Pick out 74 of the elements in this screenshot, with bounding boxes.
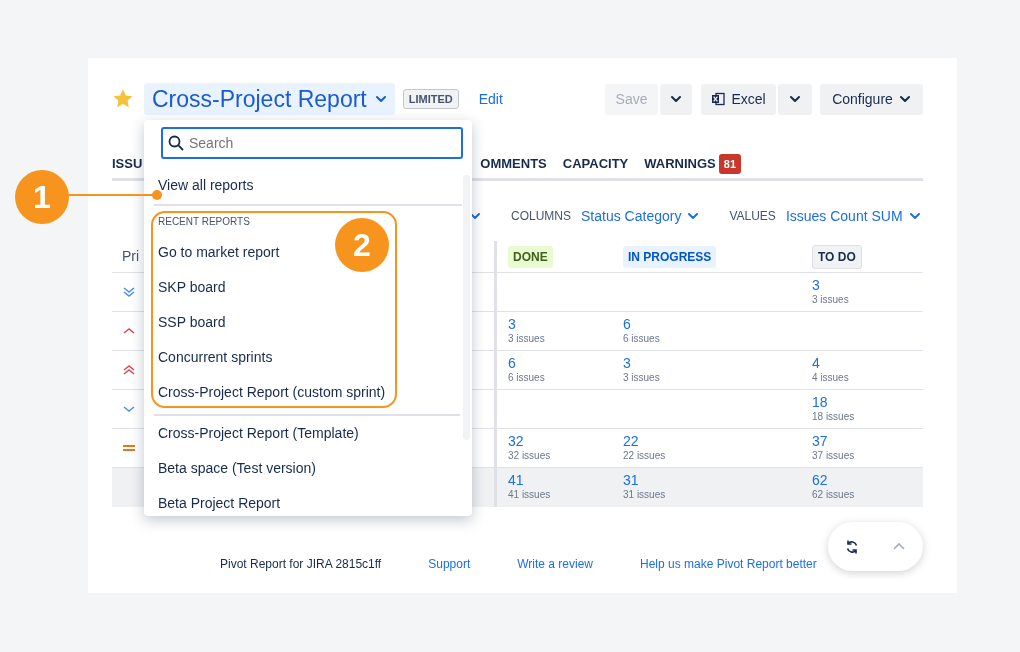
chevron-down-icon bbox=[374, 93, 387, 105]
count-link[interactable]: 37 bbox=[812, 433, 912, 450]
version-text: Pivot Report for JIRA 2815c1ff bbox=[220, 556, 382, 573]
chevron-down-icon bbox=[908, 210, 921, 222]
count-link[interactable]: 32 bbox=[508, 433, 601, 450]
footer-link[interactable]: Write a review bbox=[517, 555, 594, 573]
refresh-icon[interactable] bbox=[844, 539, 859, 554]
footer-link[interactable]: Help us make Pivot Report better bbox=[640, 555, 817, 573]
tab[interactable]: CAPACITY bbox=[562, 154, 629, 174]
issue-count: 3 issues bbox=[508, 333, 546, 345]
menu-item[interactable]: View all reports bbox=[158, 172, 254, 198]
menu-item[interactable]: SKP board bbox=[158, 270, 226, 305]
scrollbar[interactable] bbox=[463, 175, 470, 440]
menu-item[interactable]: Go to market report bbox=[158, 235, 280, 270]
issue-count: 32 issues bbox=[508, 450, 552, 462]
count-link[interactable]: 6 bbox=[623, 316, 790, 333]
footer-link[interactable]: Support bbox=[428, 555, 471, 573]
menu-item[interactable]: Concurrent sprints bbox=[158, 340, 273, 375]
menu-item[interactable]: SSP board bbox=[158, 305, 226, 340]
issue-count: 62 issues bbox=[812, 489, 856, 501]
status-lozenge: TO DO bbox=[812, 244, 862, 269]
dropdown-toggle-button[interactable] bbox=[660, 83, 692, 115]
spreadsheet-icon bbox=[711, 92, 726, 106]
search-field[interactable]: Search bbox=[161, 127, 463, 159]
chevron-down-icon bbox=[469, 210, 481, 222]
tab[interactable]: ISSU bbox=[112, 154, 143, 174]
setting-label: COLUMNS bbox=[511, 208, 571, 225]
dropdown-toggle-button[interactable] bbox=[778, 83, 812, 115]
issue-count: 18 issues bbox=[812, 411, 856, 423]
issue-count: 4 issues bbox=[812, 372, 850, 384]
menu-item[interactable]: Cross-Project Report (custom sprint) bbox=[158, 375, 386, 410]
issue-count: 41 issues bbox=[508, 489, 552, 501]
count-link[interactable]: 3 bbox=[508, 316, 601, 333]
chevron-down-icon bbox=[898, 93, 911, 105]
count-link[interactable]: 62 bbox=[812, 472, 912, 489]
issue-count: 37 issues bbox=[812, 450, 856, 462]
callout-number: 2 bbox=[335, 218, 389, 272]
count-link[interactable]: 31 bbox=[623, 472, 790, 489]
count-link[interactable]: 6 bbox=[508, 355, 601, 372]
issue-count: 3 issues bbox=[623, 372, 661, 384]
configure-button[interactable]: Configure bbox=[820, 83, 923, 115]
issue-count: 31 issues bbox=[623, 489, 667, 501]
chevron-down-icon bbox=[687, 210, 700, 222]
setting-dropdown[interactable]: Issues Count SUM bbox=[785, 205, 921, 227]
menu-item[interactable]: Cross-Project Report (Template) bbox=[158, 416, 359, 451]
limited-badge: LIMITED bbox=[402, 88, 459, 110]
issue-count: 6 issues bbox=[623, 333, 661, 345]
tab[interactable]: WARNINGS bbox=[644, 154, 716, 174]
section-heading: RECENT REPORTS bbox=[157, 215, 251, 229]
column-header: Pri bbox=[122, 247, 140, 266]
setting-label: VALUES bbox=[729, 208, 776, 225]
count-link[interactable]: 3 bbox=[623, 355, 790, 372]
menu-item[interactable]: Beta space (Test version) bbox=[158, 451, 316, 486]
status-lozenge: DONE bbox=[508, 245, 553, 268]
tab[interactable]: OMMENTS bbox=[480, 154, 547, 174]
count-link[interactable]: 18 bbox=[812, 394, 912, 411]
issue-count: 6 issues bbox=[508, 372, 546, 384]
report-title-button[interactable]: Cross-Project Report bbox=[144, 83, 395, 115]
count-link[interactable]: 3 bbox=[812, 277, 912, 294]
menu-item[interactable]: Beta Project Report bbox=[158, 486, 281, 516]
issue-count: 22 issues bbox=[623, 450, 667, 462]
status-lozenge: IN PROGRESS bbox=[623, 245, 717, 268]
count-link[interactable]: 41 bbox=[508, 472, 601, 489]
count-badge: 81 bbox=[718, 153, 742, 175]
issue-count: 3 issues bbox=[812, 294, 850, 306]
chevron-down-icon bbox=[789, 93, 801, 105]
setting-dropdown[interactable]: Status Category bbox=[581, 205, 700, 227]
chevron-down-icon bbox=[670, 93, 682, 105]
callout-number: 1 bbox=[15, 170, 69, 224]
edit-link[interactable]: Edit bbox=[478, 88, 503, 110]
star-icon[interactable] bbox=[112, 88, 134, 110]
count-link[interactable]: 22 bbox=[623, 433, 790, 450]
count-link[interactable]: 4 bbox=[812, 355, 912, 372]
export-button[interactable]: Excel bbox=[701, 83, 776, 115]
